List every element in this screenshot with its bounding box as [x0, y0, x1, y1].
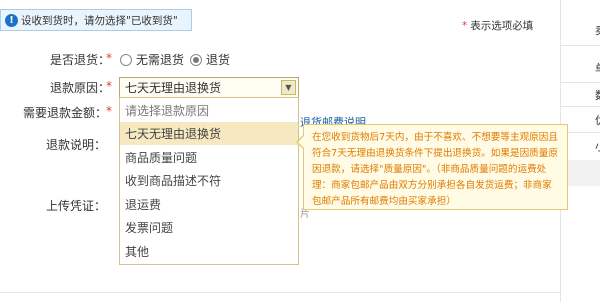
chevron-down-icon[interactable]: ▼ — [281, 80, 296, 95]
required-fields-note: * 表示选项必填 — [462, 18, 533, 33]
panel-label: 小 — [595, 138, 600, 154]
notice-banner: ! 设收到货时，请勿选择"已收到货" — [0, 9, 192, 31]
notice-text: 设收到货时，请勿选择"已收到货" — [21, 14, 178, 27]
dropdown-option[interactable]: 收到商品描述不符 — [120, 169, 298, 192]
return-label: 退货 — [206, 53, 231, 67]
refund-reason-dropdown[interactable]: 请选择退款原因 七天无理由退换货 商品质量问题 收到商品描述不符 退运费 发票问… — [119, 97, 299, 265]
no-return-radio-option[interactable]: 无需退货 — [120, 51, 184, 68]
panel-divider — [561, 45, 600, 46]
bottom-divider — [0, 292, 560, 293]
refund-reason-selected: 七天无理由退换货 — [125, 81, 222, 95]
panel-divider — [561, 82, 600, 83]
return-radio[interactable] — [190, 53, 202, 66]
panel-label: 数 — [595, 87, 600, 103]
required-star: * — [106, 51, 112, 65]
refund-reason-select[interactable]: 七天无理由退换货 ▼ — [119, 77, 299, 98]
tooltip-arrow-inner — [298, 136, 304, 148]
required-star: * — [106, 104, 112, 118]
dropdown-option-selected[interactable]: 七天无理由退换货 — [120, 122, 298, 145]
info-icon: ! — [5, 13, 18, 27]
panel-label: 优 — [595, 112, 600, 128]
panel-divider — [561, 106, 600, 107]
return-radio-option[interactable]: 退货 — [190, 51, 230, 68]
dropdown-option[interactable]: 请选择退款原因 — [120, 99, 298, 122]
refund-amount-label: 需要退款金额： — [23, 106, 108, 120]
panel-label: 单 — [595, 60, 600, 76]
required-star: * — [462, 20, 468, 32]
dropdown-option[interactable]: 商品质量问题 — [120, 146, 298, 169]
required-star: * — [106, 79, 112, 93]
tooltip-text: 在您收到货物后7天内，由于不喜欢、不想要等主观原因且符合7天无理由退换货条件下提… — [312, 132, 558, 207]
required-note-text: 表示选项必填 — [470, 20, 534, 32]
reason-tooltip: 在您收到货物后7天内，由于不喜欢、不想要等主观原因且符合7天无理由退换货条件下提… — [303, 124, 568, 210]
no-return-radio[interactable] — [120, 53, 132, 66]
refund-reason-label: 退款原因： — [50, 81, 111, 95]
dropdown-option[interactable]: 其他 — [120, 240, 298, 263]
dropdown-option[interactable]: 退运费 — [120, 193, 298, 216]
panel-label: 卖 — [595, 22, 600, 38]
refund-explain-label: 退款说明： — [46, 138, 107, 152]
return-goods-label: 是否退货： — [50, 53, 111, 67]
no-return-label: 无需退货 — [136, 53, 185, 67]
dropdown-option[interactable]: 发票问题 — [120, 216, 298, 239]
upload-proof-label: 上传凭证： — [46, 199, 107, 213]
